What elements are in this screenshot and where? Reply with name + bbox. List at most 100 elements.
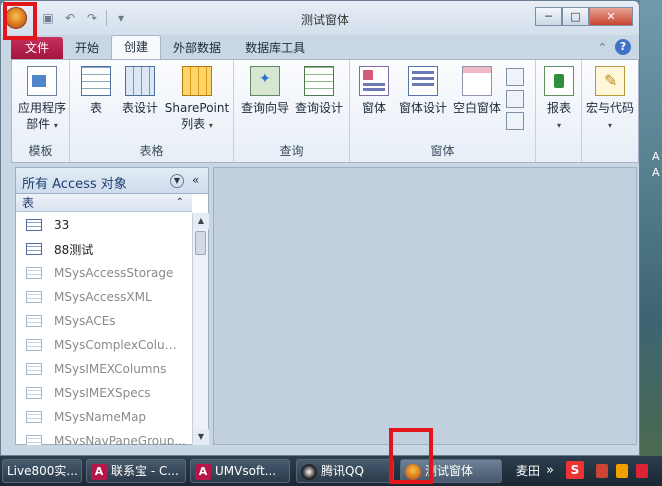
section-label: 表 [22, 196, 35, 210]
group-tables: 表 表设计 SharePoint 列表 ▾ 表格 [70, 60, 234, 162]
app-parts-button[interactable]: 应用程序 部件 ▾ [16, 66, 68, 134]
navigation-form-icon[interactable] [506, 90, 524, 108]
taskbar-item-umvsoft[interactable]: A UMVsoft... [190, 459, 290, 483]
table-button[interactable]: 表 [78, 66, 114, 116]
form-button[interactable]: 窗体 [356, 66, 392, 116]
taskbar-item-lianxibao[interactable]: A 联系宝 - C... [86, 459, 186, 483]
scroll-down-icon[interactable]: ▼ [193, 429, 209, 445]
item-label: MSysIMEXColumns [54, 362, 167, 376]
table-icon [26, 315, 42, 327]
button-label: 应用程序 [17, 101, 66, 115]
tray-label[interactable]: 麦田 [516, 456, 540, 486]
desktop-background: A A [640, 0, 662, 456]
customize-qat-icon[interactable]: ▾ [113, 10, 129, 26]
button-label: 报表 [546, 101, 571, 115]
sharepoint-list-button[interactable]: SharePoint 列表 ▾ [164, 66, 230, 134]
list-item[interactable]: MSysIMEXSpecs [16, 381, 192, 405]
minimize-ribbon-icon[interactable]: ⌃ [598, 41, 607, 54]
nav-list: 33 88测试 MSysAccessStorage MSysAccessXML … [16, 213, 192, 445]
nav-pane-title[interactable]: 所有 Access 对象 [22, 173, 127, 192]
taskbar-item-label: 联系宝 - C... [111, 464, 179, 478]
macros-code-button[interactable]: 宏与代码 ▾ [584, 66, 636, 134]
window-title: 测试窗体 [301, 13, 350, 27]
form-wizard-icon[interactable] [506, 68, 524, 86]
item-label: MSysComplexColum... [54, 338, 186, 352]
more-forms-icon[interactable] [506, 112, 524, 130]
taskbar-item-qq[interactable]: 腾讯QQ [296, 459, 394, 483]
qq-icon [301, 463, 317, 480]
list-item[interactable]: MSysNavPaneGroup... [16, 429, 192, 445]
dropdown-icon: ▾ [556, 121, 561, 130]
scroll-thumb[interactable] [195, 231, 206, 255]
list-item[interactable]: MSysComplexColum... [16, 333, 192, 357]
table-design-button[interactable]: 表设计 [118, 66, 162, 116]
qat-divider [106, 10, 107, 26]
access-app-icon: A [195, 463, 211, 480]
save-icon[interactable]: ▣ [40, 10, 56, 26]
tray-more-icon[interactable]: » [546, 456, 554, 486]
undo-icon[interactable]: ↶ [62, 10, 78, 26]
app-icon [405, 463, 421, 480]
item-label: MSysNameMap [54, 410, 147, 424]
group-label: 模板 [28, 144, 53, 158]
app-icon[interactable] [5, 7, 27, 29]
collapse-pane-icon[interactable]: « [192, 173, 199, 187]
close-button[interactable]: ✕ [589, 7, 633, 26]
button-label: 表设计 [121, 101, 158, 115]
table-icon [26, 243, 42, 255]
nav-section-tables[interactable]: 表 ⌃ [16, 194, 192, 212]
list-item[interactable]: 33 [16, 213, 192, 237]
collapse-section-icon[interactable]: ⌃ [176, 194, 184, 212]
taskbar-item-label: 测试窗体 [425, 464, 474, 478]
tab-create[interactable]: 创建 [111, 35, 162, 59]
blank-form-button[interactable]: 空白窗体 [450, 66, 504, 116]
list-item[interactable]: MSysIMEXColumns [16, 357, 192, 381]
tab-database-tools[interactable]: 数据库工具 [233, 37, 317, 59]
item-label: 88测试 [54, 242, 94, 257]
report-icon [544, 66, 574, 96]
query-wizard-button[interactable]: 查询向导 [238, 66, 292, 116]
sogou-ime-icon[interactable]: S [566, 461, 584, 479]
query-design-icon [304, 66, 334, 96]
title-bar[interactable]: ▣ ↶ ↷ ▾ 测试窗体 ─ □ ✕ [1, 1, 639, 35]
desktop-label: A [652, 150, 660, 163]
form-design-button[interactable]: 窗体设计 [396, 66, 450, 116]
button-label: 查询设计 [294, 101, 343, 115]
tray-flag-icon[interactable] [616, 464, 628, 478]
minimize-button[interactable]: ─ [535, 7, 562, 26]
tab-file[interactable]: 文件 [11, 37, 64, 59]
tab-home[interactable]: 开始 [63, 37, 111, 59]
tray-alert-icon[interactable] [636, 464, 648, 478]
chevron-down-icon[interactable]: ▼ [170, 174, 184, 188]
taskbar-item-label: UMVsoft... [215, 464, 277, 478]
group-label: 窗体 [430, 144, 455, 158]
button-label: SharePoint [164, 101, 230, 115]
taskbar-item-test-form[interactable]: 测试窗体 [400, 459, 502, 483]
button-label: 部件 [26, 117, 51, 131]
list-item[interactable]: MSysNameMap [16, 405, 192, 429]
tray-app-icon[interactable] [596, 464, 608, 478]
query-design-button[interactable]: 查询设计 [292, 66, 346, 116]
taskbar-item-live800[interactable]: Live800实... [2, 459, 82, 483]
nav-scrollbar[interactable]: ▲ ▼ [192, 213, 209, 445]
group-templates: 应用程序 部件 ▾ 模板 [12, 60, 70, 162]
help-icon[interactable]: ? [615, 39, 631, 55]
maximize-button[interactable]: □ [562, 7, 589, 26]
list-item[interactable]: MSysACEs [16, 309, 192, 333]
list-item[interactable]: MSysAccessStorage [16, 261, 192, 285]
group-forms: 窗体 窗体设计 空白窗体 窗体 [350, 60, 536, 162]
table-icon [26, 267, 42, 279]
item-label: MSysIMEXSpecs [54, 386, 151, 400]
list-item[interactable]: MSysAccessXML [16, 285, 192, 309]
table-icon [26, 219, 42, 231]
button-label: 空白窗体 [452, 101, 501, 115]
report-button[interactable]: 报表 ▾ [540, 66, 578, 134]
form-design-icon [408, 66, 438, 96]
ribbon-body: 应用程序 部件 ▾ 模板 表 表设计 SharePoint 列表 ▾ 表格 ✦ … [11, 59, 639, 163]
scroll-up-icon[interactable]: ▲ [193, 213, 209, 229]
redo-icon[interactable]: ↷ [84, 10, 100, 26]
form-icon [359, 66, 389, 96]
taskbar-item-label: Live800实... [7, 464, 78, 478]
list-item[interactable]: 88测试 [16, 237, 192, 261]
tab-external-data[interactable]: 外部数据 [161, 37, 233, 59]
